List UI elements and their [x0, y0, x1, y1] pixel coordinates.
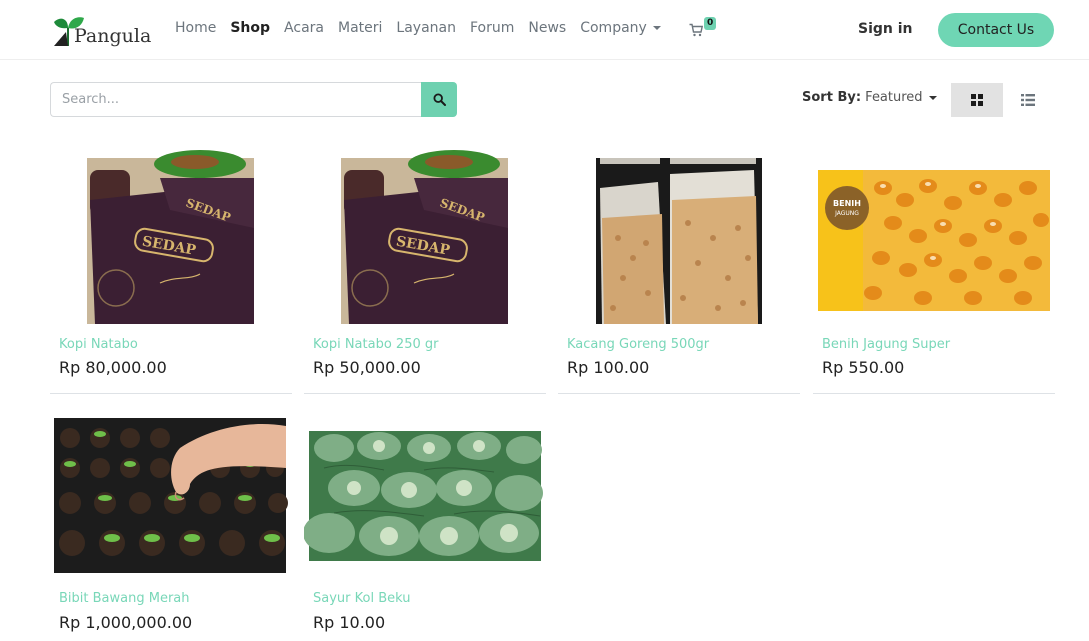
nav-shop[interactable]: Shop [230, 20, 270, 36]
search-input[interactable] [50, 82, 421, 117]
contact-us-button[interactable]: Contact Us [938, 13, 1054, 47]
product-image[interactable] [558, 148, 800, 330]
caret-down-icon [928, 95, 937, 100]
product-name[interactable]: Sayur Kol Beku [313, 591, 411, 606]
benih-badge-line2: JAGUNG [834, 210, 859, 217]
list-view-button[interactable] [1003, 83, 1053, 117]
caret-down-icon [652, 26, 661, 30]
product-name[interactable]: Kopi Natabo [59, 337, 138, 352]
search-icon [432, 93, 446, 106]
list-view-icon [1021, 94, 1035, 106]
cart-link[interactable]: 0 [689, 17, 717, 37]
cabbage-field-image [303, 431, 543, 561]
product-price: Rp 100.00 [567, 358, 650, 377]
product-name[interactable]: Kacang Goreng 500gr [567, 337, 709, 352]
search-button[interactable] [421, 82, 457, 117]
seedling-tray-image [54, 418, 288, 573]
product-card[interactable]: SEDAP SEDAP Kopi Natabo 250 gr Rp 50,000… [304, 148, 546, 396]
product-image[interactable] [303, 408, 546, 590]
product-name[interactable]: Kopi Natabo 250 gr [313, 337, 438, 352]
nav-company-dropdown[interactable]: Company [580, 20, 661, 36]
product-price: Rp 1,000,000.00 [59, 613, 193, 632]
nav-materi[interactable]: Materi [338, 20, 382, 36]
nav-home[interactable]: Home [175, 20, 216, 36]
product-image[interactable]: BENIH JAGUNG [813, 148, 1055, 330]
product-price: Rp 80,000.00 [59, 358, 167, 377]
benih-badge-line1: BENIH [833, 199, 861, 208]
main-nav: Home Shop Acara Materi Layanan Forum New… [175, 20, 675, 36]
coffee-bag-image: SEDAP SEDAP [341, 150, 508, 324]
sort-dropdown[interactable]: Sort By: Featured [802, 90, 937, 105]
nav-acara[interactable]: Acara [284, 20, 324, 36]
product-card[interactable]: BENIH JAGUNG Benih Jagung Super Rp 550.0… [813, 148, 1055, 396]
product-card[interactable]: Bibit Bawang Merah Rp 1,000,000.00 [50, 408, 292, 641]
nav-forum[interactable]: Forum [470, 20, 514, 36]
card-divider [304, 393, 546, 394]
product-image[interactable] [50, 408, 292, 590]
sign-in-link[interactable]: Sign in [858, 21, 913, 37]
product-price: Rp 10.00 [313, 613, 386, 632]
product-name[interactable]: Benih Jagung Super [822, 337, 950, 352]
product-card[interactable]: Kacang Goreng 500gr Rp 100.00 [558, 148, 800, 396]
brand-logo[interactable]: Pangula [50, 12, 151, 48]
card-divider [558, 393, 800, 394]
search-form [50, 82, 457, 117]
card-divider [813, 393, 1055, 394]
sort-value: Featured [865, 90, 923, 105]
nav-layanan[interactable]: Layanan [396, 20, 456, 36]
coffee-bag-image: SEDAP SEDAP [87, 150, 254, 324]
product-image[interactable]: SEDAP SEDAP [304, 148, 546, 330]
sort-label: Sort By: [802, 90, 862, 105]
nav-company-label: Company [580, 20, 647, 36]
product-name[interactable]: Bibit Bawang Merah [59, 591, 190, 606]
nav-news[interactable]: News [528, 20, 566, 36]
card-divider [50, 393, 292, 394]
product-image[interactable]: SEDAP SEDAP [50, 148, 292, 330]
shopping-cart-icon [689, 23, 703, 37]
cart-count-badge: 0 [704, 17, 717, 30]
peanut-bags-image [596, 158, 762, 324]
product-price: Rp 50,000.00 [313, 358, 421, 377]
product-price: Rp 550.00 [822, 358, 905, 377]
corn-seeds-image: BENIH JAGUNG [818, 170, 1050, 311]
product-card[interactable]: SEDAP SEDAP Kopi Natabo Rp 80,000.00 [50, 148, 292, 396]
navbar: Pangula Home Shop Acara Materi Layanan F… [0, 0, 1089, 60]
brand-name: Pangula [74, 25, 152, 47]
grid-view-button[interactable] [951, 83, 1003, 117]
grid-view-icon [971, 94, 983, 106]
product-card[interactable]: Sayur Kol Beku Rp 10.00 [303, 408, 546, 641]
